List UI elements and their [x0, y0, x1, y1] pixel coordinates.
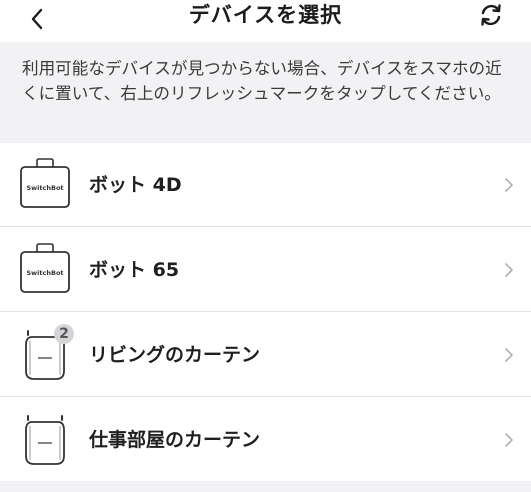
device-name: ボット 65 [89, 259, 180, 281]
curtain-device-icon [18, 412, 72, 468]
chevron-right-icon [505, 178, 513, 192]
row-divider [0, 396, 531, 397]
row-divider [0, 226, 531, 227]
svg-text:SwitchBot: SwitchBot [26, 184, 63, 192]
bot-device-icon: SwitchBot [18, 157, 72, 213]
device-name: 仕事部屋のカーテン [89, 429, 261, 451]
device-row-office-curtain[interactable]: 仕事部屋のカーテン [0, 398, 531, 482]
device-name: ボット 4D [89, 174, 182, 196]
count-badge: 2 [54, 324, 74, 344]
device-list: SwitchBot ボット 4D SwitchBot ボット 65 2 リビング… [0, 143, 531, 481]
svg-text:SwitchBot: SwitchBot [26, 269, 63, 277]
chevron-right-icon [505, 263, 513, 277]
device-row-bot-4d[interactable]: SwitchBot ボット 4D [0, 143, 531, 227]
header: デバイスを選択 [0, 0, 531, 42]
help-notice-text: 利用可能なデバイスが見つからない場合、デバイスをスマホの近くに置いて、右上のリフ… [22, 59, 502, 103]
device-name: リビングのカーテン [89, 344, 261, 366]
help-notice: 利用可能なデバイスが見つからない場合、デバイスをスマホの近くに置いて、右上のリフ… [0, 42, 531, 142]
curtain-device-icon: 2 [18, 324, 74, 383]
chevron-right-icon [505, 348, 513, 362]
row-divider [0, 311, 531, 312]
bot-device-icon: SwitchBot [18, 242, 72, 298]
bottom-spacer [0, 481, 531, 492]
device-row-bot-65[interactable]: SwitchBot ボット 65 [0, 228, 531, 312]
refresh-icon [481, 4, 501, 26]
chevron-right-icon [505, 433, 513, 447]
refresh-button[interactable] [474, 0, 508, 30]
device-row-living-curtain[interactable]: 2 リビングのカーテン [0, 313, 531, 397]
page-title: デバイスを選択 [188, 3, 343, 27]
